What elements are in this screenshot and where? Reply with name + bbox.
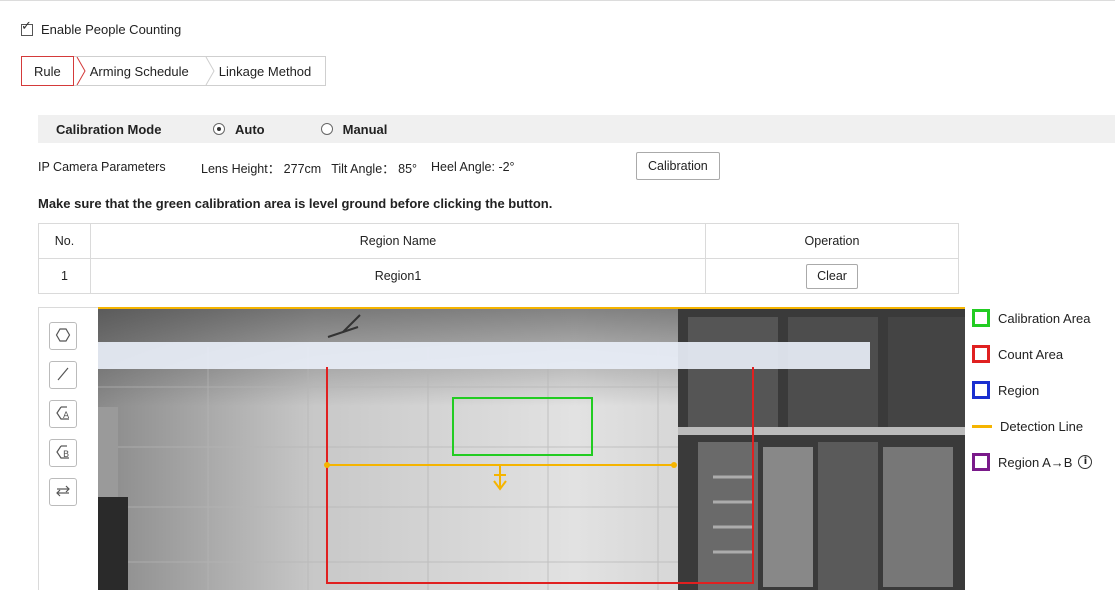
line-icon [55, 366, 71, 385]
column-header-no: No. [38, 223, 91, 259]
tab-bar: Rule Arming Schedule Linkage Method [21, 56, 327, 86]
row-region-name: Region1 [90, 258, 706, 294]
enable-people-counting[interactable]: ✓ Enable People Counting [21, 20, 182, 37]
heel-angle-value: Heel Angle: -2° [431, 160, 515, 174]
calibration-area-swatch [972, 309, 990, 327]
polygon-tool-button[interactable] [49, 322, 77, 350]
legend-detection-line: Detection Line [972, 416, 1092, 436]
swap-direction-tool-button[interactable] [49, 478, 77, 506]
radio-auto-label: Auto [235, 121, 265, 137]
drawing-toolbar: A B [49, 322, 81, 517]
tab-rule-label: Rule [34, 63, 61, 79]
legend-label: Detection Line [1000, 418, 1084, 434]
camera-live-view[interactable] [98, 307, 965, 590]
svg-text:A: A [63, 411, 70, 421]
calibration-mode-row: Calibration Mode Auto Manual [38, 115, 1115, 143]
legend-calibration-area: Calibration Area [972, 308, 1092, 328]
calibration-hint: Make sure that the green calibration are… [38, 196, 553, 211]
tab-arming-schedule[interactable]: Arming Schedule [88, 57, 203, 85]
top-divider [0, 0, 1115, 1]
checkmark-icon: ✓ [21, 18, 32, 34]
tilt-angle-value: Tilt Angle： 85° [331, 161, 418, 176]
detection-line-swatch [972, 424, 992, 428]
radio-manual-label: Manual [342, 121, 388, 137]
info-icon[interactable]: i [1078, 455, 1093, 469]
region-table: No. Region Name Operation 1 Region1 Clea… [38, 223, 959, 294]
region-a-to-b-swatch [972, 453, 990, 471]
chevron-separator-icon [74, 56, 88, 86]
chevron-separator-icon [203, 56, 217, 86]
camera-scene [98, 307, 965, 590]
polygon-icon [55, 327, 71, 346]
legend-region-a-to-b: Region A→B i [972, 452, 1093, 472]
region-swatch [972, 381, 990, 399]
legend-region: Region [972, 380, 1092, 400]
column-header-region-name: Region Name [90, 223, 706, 259]
table-row[interactable]: 1 Region1 Clear [38, 258, 959, 294]
legend-count-area: Count Area [972, 344, 1092, 364]
legend-label: Region [998, 382, 1040, 398]
region-a-icon: A [54, 404, 72, 425]
legend-label: Calibration Area [998, 310, 1091, 326]
region-b-tool-button[interactable]: B [49, 439, 77, 467]
enable-label: Enable People Counting [41, 22, 182, 37]
clear-button[interactable]: Clear [806, 263, 858, 289]
calibration-mode-title: Calibration Mode [56, 121, 162, 137]
radio-auto[interactable]: Auto [213, 122, 265, 137]
tab-arming-schedule-label: Arming Schedule [89, 63, 189, 79]
region-a-tool-button[interactable]: A [49, 400, 77, 428]
legend-label: Count Area [998, 346, 1064, 362]
row-number: 1 [38, 258, 91, 294]
legend-label: Region A→B [998, 454, 1073, 470]
camera-parameters-title: IP Camera Parameters [38, 160, 166, 174]
calibration-button[interactable]: Calibration [636, 152, 720, 180]
enable-checkbox[interactable]: ✓ [21, 20, 33, 36]
legend: Calibration Area Count Area Region Detec… [972, 308, 1093, 488]
radio-manual[interactable]: Manual [320, 121, 388, 137]
table-header-row: No. Region Name Operation [38, 223, 959, 259]
radio-auto-button[interactable] [213, 123, 225, 135]
lens-height-value: Lens Height： 277cm [201, 161, 322, 176]
camera-parameters-row: IP Camera Parameters Lens Height： 277cm … [38, 153, 515, 181]
radio-manual-button[interactable] [320, 123, 333, 135]
tab-rule[interactable]: Rule [21, 56, 74, 86]
svg-text:B: B [63, 450, 69, 460]
tab-linkage-method[interactable]: Linkage Method [217, 57, 326, 85]
region-b-icon: B [54, 443, 72, 464]
swap-direction-icon [55, 483, 71, 502]
column-header-operation: Operation [705, 223, 959, 259]
line-tool-button[interactable] [49, 361, 77, 389]
tab-linkage-method-label: Linkage Method [218, 63, 312, 79]
row-operation: Clear [705, 258, 959, 294]
count-area-swatch [972, 345, 990, 363]
